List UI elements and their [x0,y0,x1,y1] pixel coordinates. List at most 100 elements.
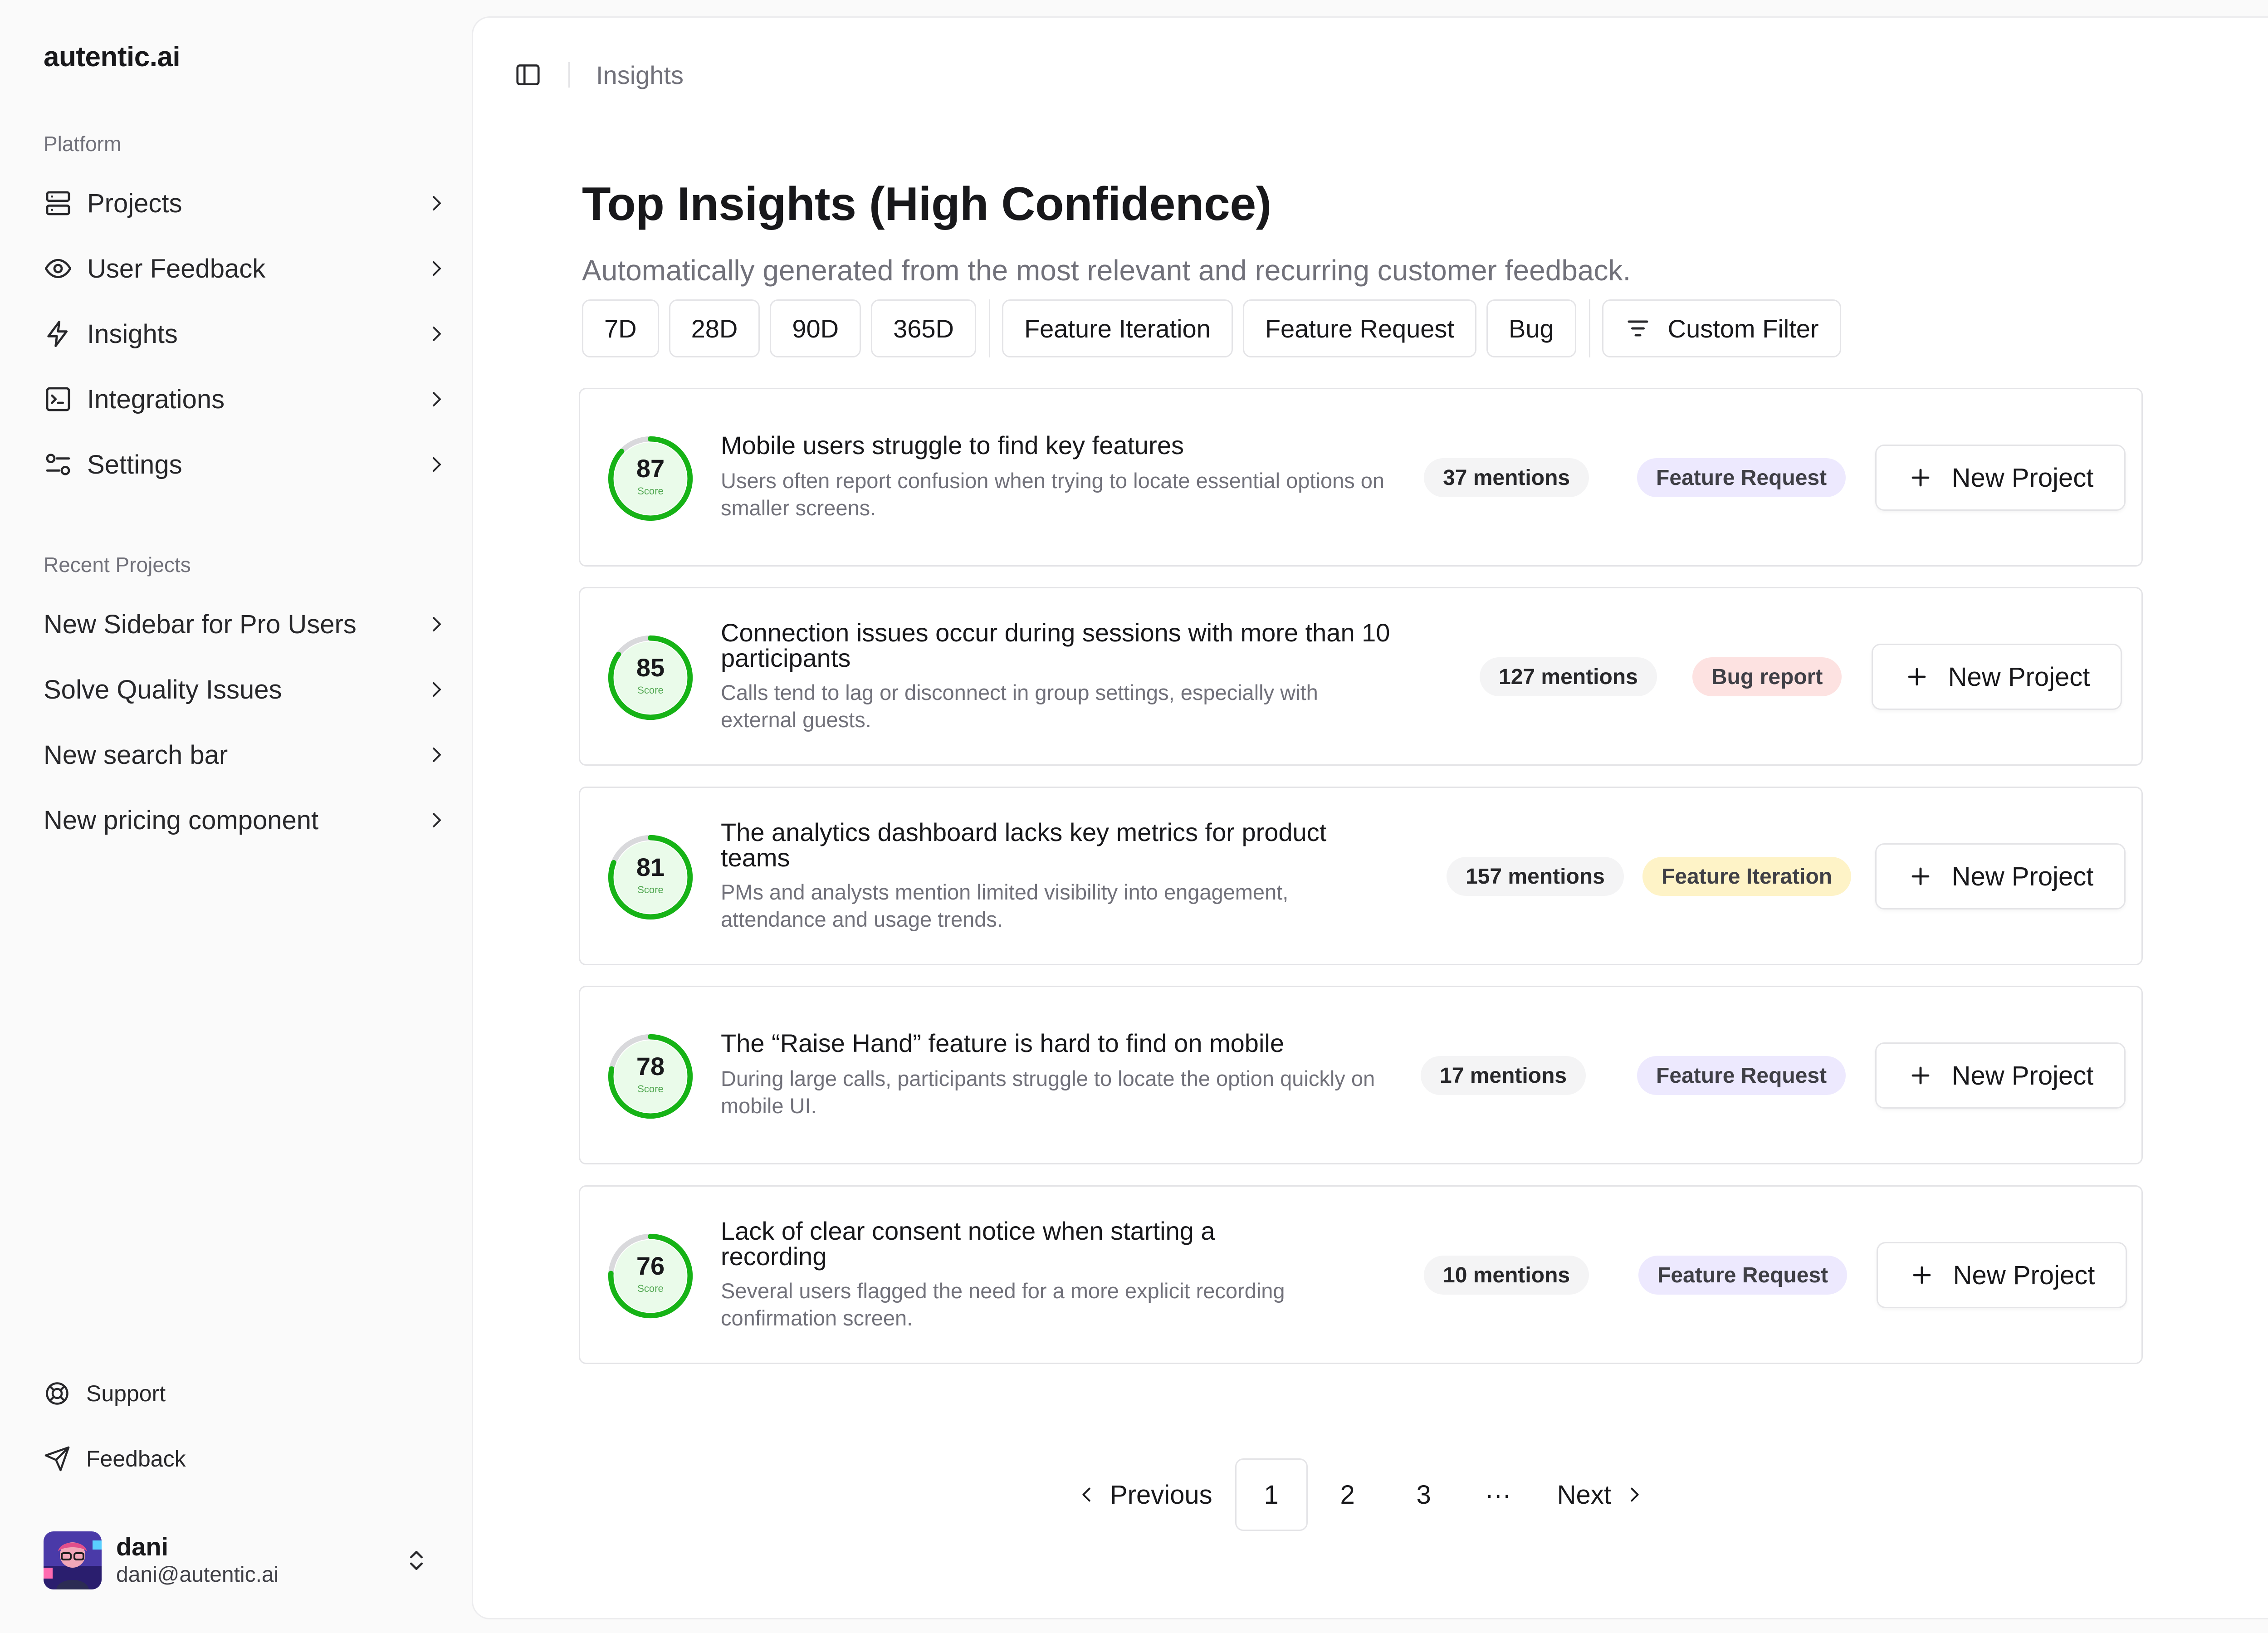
score-ring: 76 Score [606,1232,694,1320]
sidebar-item-settings[interactable]: Settings [44,440,447,489]
new-project-button[interactable]: New Project [1875,843,2126,909]
score-value: 87 [636,454,665,483]
custom-filter-button[interactable]: Custom Filter [1602,299,1841,357]
filter-feature-request[interactable]: Feature Request [1242,299,1476,357]
sidebar-item-insights[interactable]: Insights [44,309,447,359]
sidebar-item-label: Solve Quality Issues [44,675,282,704]
page-subtitle: Automatically generated from the most re… [582,254,1631,287]
next-page-button[interactable]: Next [1539,1458,1663,1531]
filter-90d[interactable]: 90D [770,299,861,357]
more-pages-ellipsis[interactable]: ··· [1462,1458,1535,1531]
topbar: Insights [514,57,684,93]
sidebar-item-label: Insights [87,319,178,349]
category-tag: Feature Request [1637,458,1846,497]
breadcrumb[interactable]: Insights [596,60,684,90]
filter-divider [988,299,990,357]
score-caption: Score [637,485,664,497]
filter-28d[interactable]: 28D [669,299,760,357]
feedback-link[interactable]: Feedback [44,1436,186,1481]
new-project-label: New Project [1953,1260,2095,1290]
new-project-label: New Project [1951,861,2094,891]
sidebar-recent-project[interactable]: New Sidebar for Pro Users [44,599,447,649]
sliders-icon [46,454,70,475]
sidebar-recent-project[interactable]: New search bar [44,730,447,780]
user-name: dani [116,1532,169,1561]
plus-icon [1908,668,1926,686]
score-value: 76 [636,1252,665,1280]
mentions-badge: 37 mentions [1424,458,1589,497]
new-project-button[interactable]: New Project [1877,1242,2127,1308]
chevron-right-icon [433,327,441,341]
sidebar-item-label: Settings [87,450,182,479]
filter-divider [1589,299,1590,357]
sidebar-toggle-icon[interactable] [514,61,542,89]
next-label: Next [1557,1480,1611,1510]
score-ring: 87 Score [606,435,694,523]
mentions-badge: 10 mentions [1424,1256,1589,1295]
brand-logo[interactable]: autentic.ai [44,41,181,73]
sidebar-item-integrations[interactable]: Integrations [44,374,447,424]
category-tag: Feature Request [1638,1256,1848,1295]
sidebar-item-label: Integrations [87,384,225,414]
sidebar-item-projects[interactable]: Projects [44,178,447,228]
feedback-label: Feedback [86,1446,186,1472]
new-project-label: New Project [1951,1061,2094,1090]
support-link[interactable]: Support [44,1371,166,1416]
lifebuoy-icon [46,1382,68,1405]
insight-card[interactable]: 87 Score Mobile users struggle to find k… [579,388,2143,567]
score-value: 81 [636,853,665,881]
mentions-badge: 157 mentions [1447,857,1624,896]
support-label: Support [86,1381,166,1406]
insight-title: The analytics dashboard lacks key metric… [721,818,1327,872]
filter-7d[interactable]: 7D [582,299,659,357]
page-title: Top Insights (High Confidence) [582,178,1271,230]
page-button-3[interactable]: 3 [1388,1458,1460,1531]
chevron-right-icon [433,748,441,762]
insight-card[interactable]: 85 Score Connection issues occur during … [579,587,2143,766]
sidebar-recent-project[interactable]: New pricing component [44,795,447,845]
page-button-2[interactable]: 2 [1311,1458,1384,1531]
sidebar-item-label: New pricing component [44,805,319,835]
score-caption: Score [637,1283,664,1294]
topbar-divider [568,62,570,88]
score-ring: 85 Score [606,634,694,722]
send-icon [44,1446,70,1472]
main-panel: Insights Top Insights (High Confidence) … [472,16,2268,1619]
sidebar: autentic.ai Platform Projects User Feedb… [0,0,471,1633]
user-menu[interactable]: dani dani@autentic.ai [44,1529,429,1592]
insight-description: Several users flagged the need for a mor… [721,1279,1285,1330]
filter-bug[interactable]: Bug [1486,299,1576,357]
new-project-label: New Project [1951,463,2094,493]
sidebar-item-label: New Sidebar for Pro Users [44,609,357,639]
filter-feature-iteration[interactable]: Feature Iteration [1002,299,1233,357]
category-tag: Feature Iteration [1642,857,1852,896]
insight-card[interactable]: 76 Score Lack of clear consent notice wh… [579,1185,2143,1364]
sidebar-item-label: User Feedback [87,254,266,284]
sidebar-item-label: New search bar [44,740,228,770]
chevron-right-icon [433,457,441,472]
chevron-right-icon [433,392,441,406]
previous-label: Previous [1110,1480,1212,1510]
insight-card[interactable]: 81 Score The analytics dashboard lacks k… [579,787,2143,965]
filter-365d[interactable]: 365D [871,299,976,357]
sidebar-recent-project[interactable]: Solve Quality Issues [44,665,447,714]
insight-title: Lack of clear consent notice when starti… [721,1217,1215,1271]
sidebar-item-user-feedback[interactable]: User Feedback [44,244,447,293]
new-project-button[interactable]: New Project [1872,644,2122,710]
insight-description: During large calls, participants struggl… [721,1066,1375,1118]
new-project-button[interactable]: New Project [1875,445,2126,511]
chevron-right-icon [433,196,441,210]
terminal-icon [46,387,70,411]
user-email: dani@autentic.ai [116,1563,279,1587]
page-button-1[interactable]: 1 [1235,1458,1308,1531]
score-value: 78 [636,1052,665,1081]
recent-projects-label: Recent Projects [44,553,191,577]
new-project-button[interactable]: New Project [1875,1042,2126,1109]
insight-card[interactable]: 78 Score The “Raise Hand” feature is har… [579,986,2143,1164]
server-icon [46,191,70,215]
category-tag: Bug report [1692,657,1842,696]
plus-icon [1911,469,1930,487]
previous-page-button[interactable]: Previous [1058,1458,1231,1531]
chevron-right-icon [433,617,441,631]
plus-icon [1911,1066,1930,1085]
